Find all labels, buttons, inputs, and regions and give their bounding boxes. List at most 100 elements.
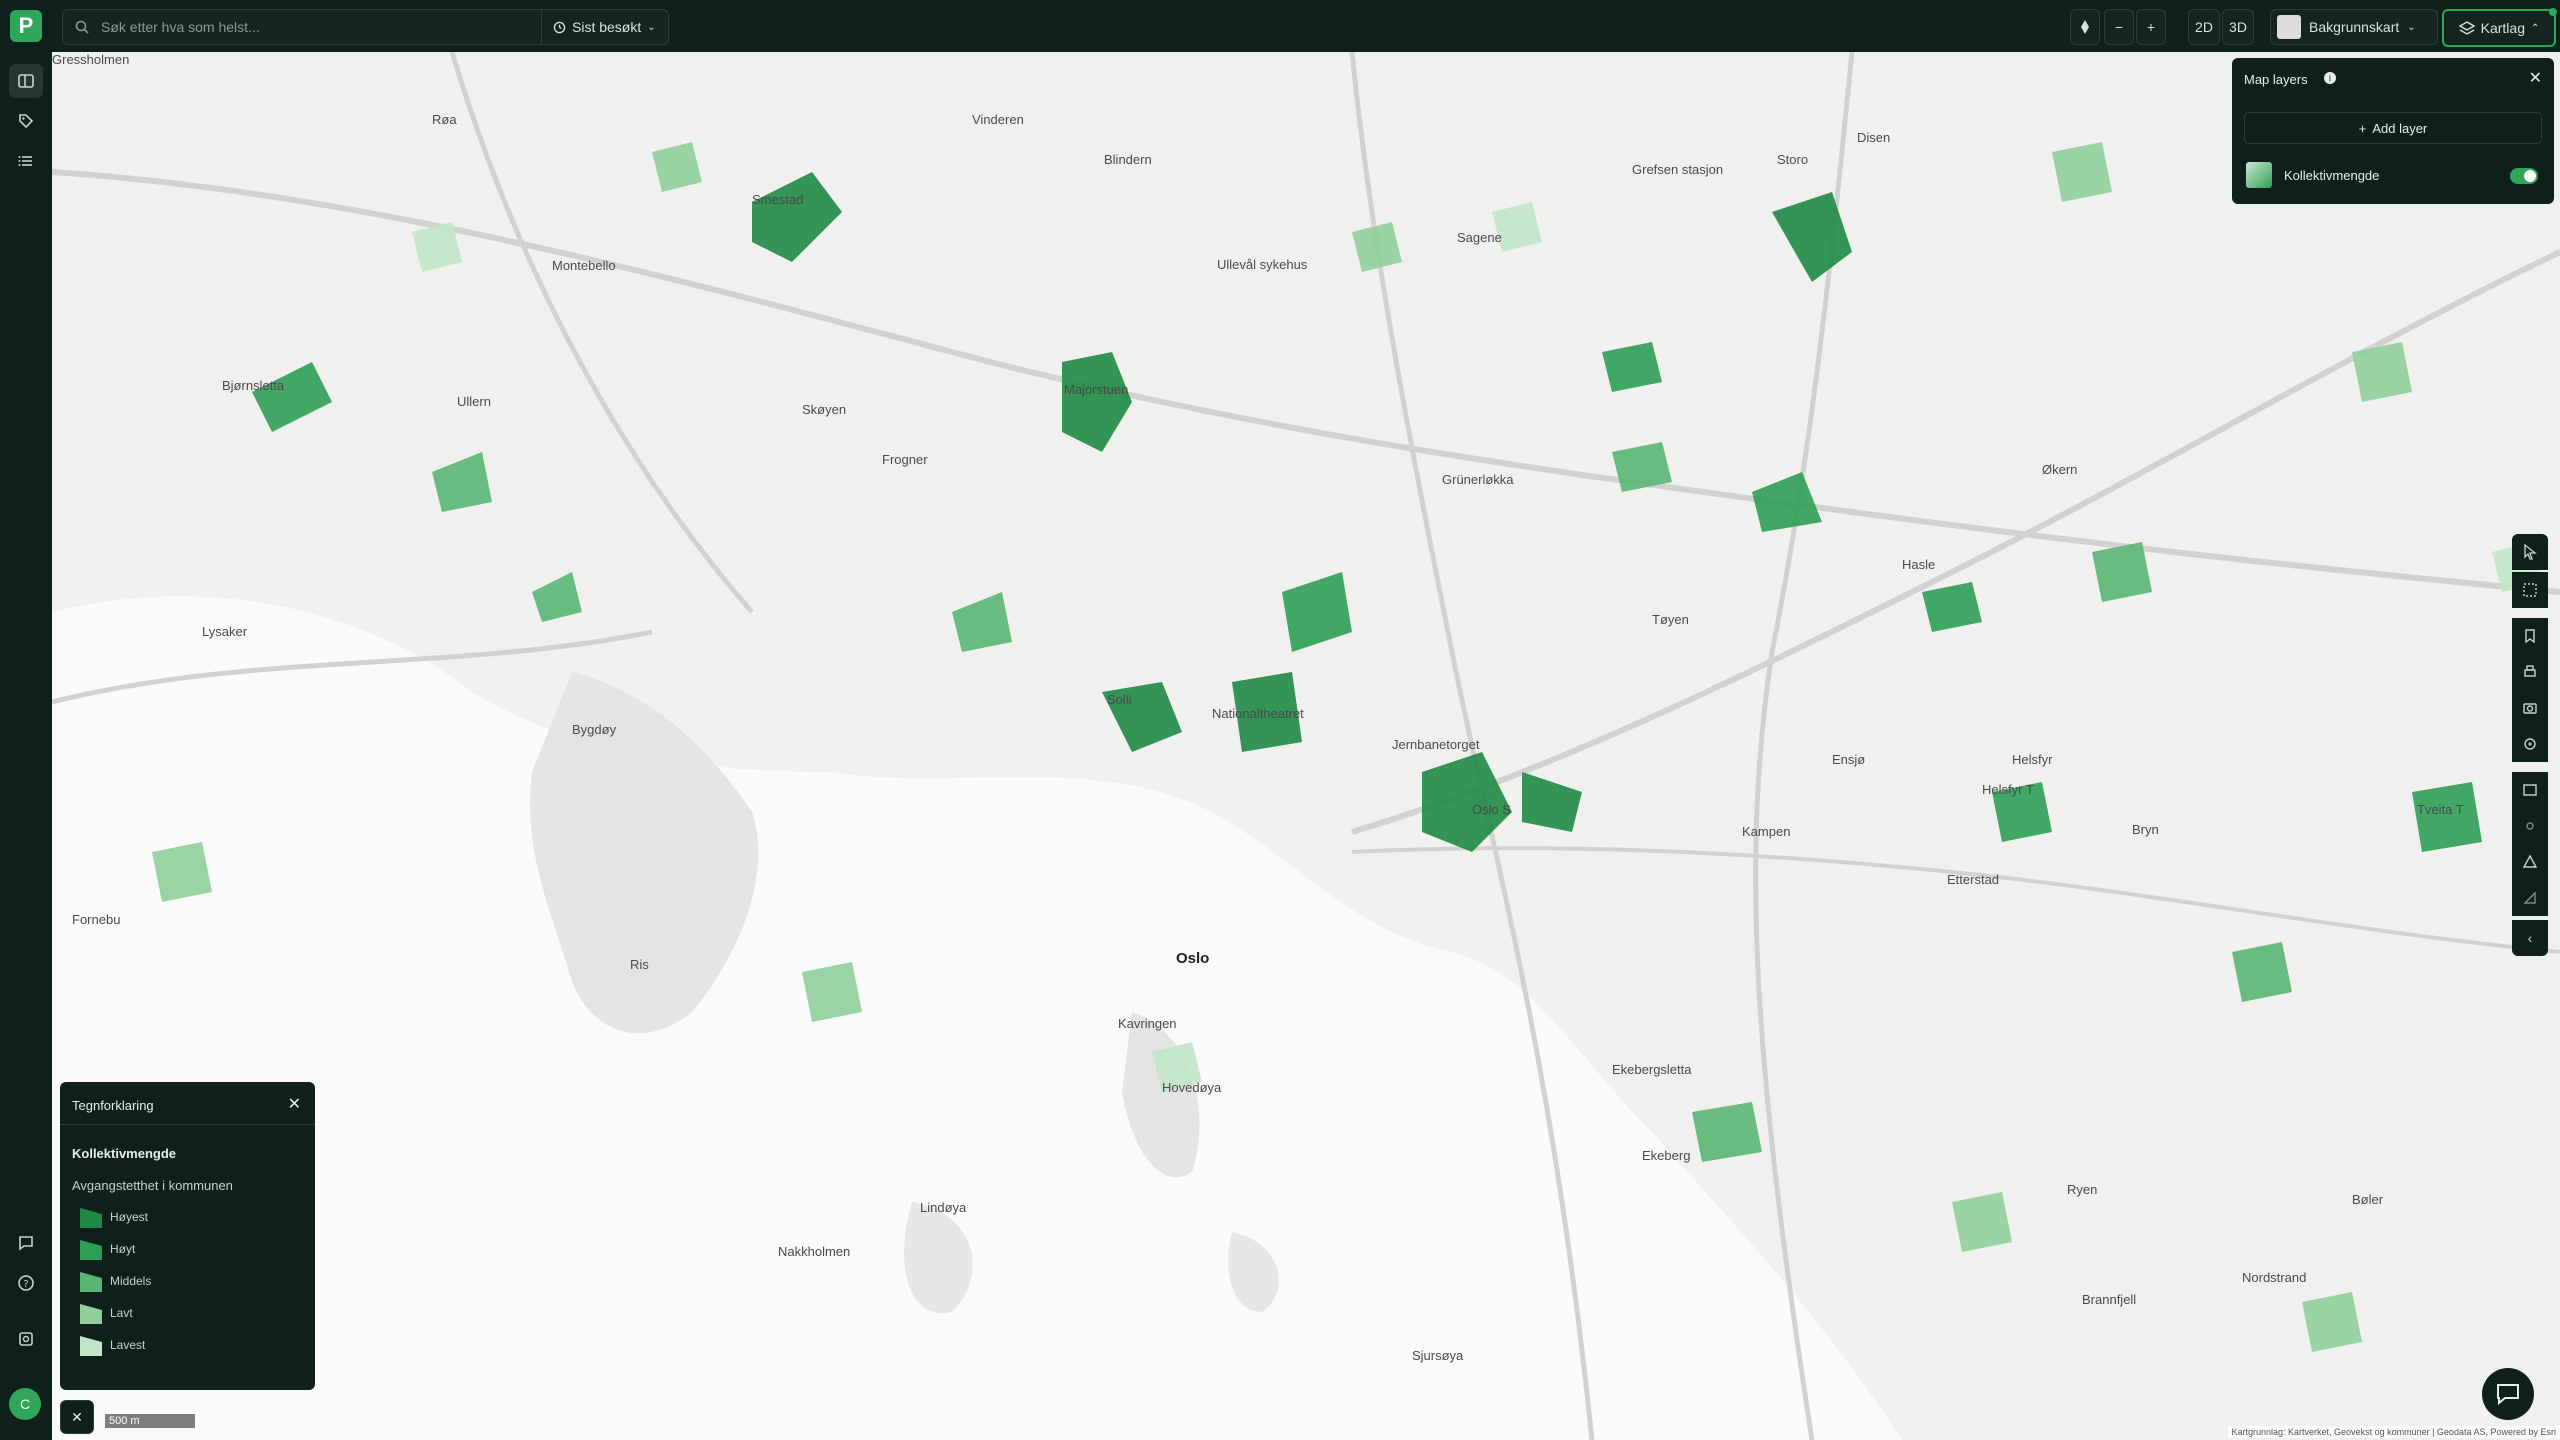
map-label: Ekebergsletta [1612, 1062, 1692, 1077]
legend-subtitle: Avgangstetthet i kommunen [72, 1178, 233, 1193]
compass-icon [2081, 20, 2089, 34]
close-tool-button[interactable]: ✕ [60, 1400, 94, 1434]
map-label: Ekeberg [1642, 1148, 1691, 1163]
map-label: Solli [1107, 692, 1132, 707]
map-label: Lindøya [920, 1200, 967, 1215]
print-icon [2524, 665, 2536, 677]
add-layer-button[interactable]: + Add layer [2244, 112, 2542, 144]
area-select-button[interactable] [2512, 572, 2548, 608]
bookmark-button[interactable] [2512, 618, 2548, 654]
search-divider [541, 10, 542, 44]
top-bar: Søk etter hva som helst... Sist besøkt ⌄… [52, 0, 2560, 52]
legend-label: Høyest [110, 1210, 149, 1224]
wedge-icon [2523, 891, 2536, 904]
basemap-dropdown[interactable]: Bakgrunnskart ⌄ [2270, 9, 2438, 45]
map-layers-panel: Map layers i ✕ + Add layer Kollektivmeng… [2232, 58, 2554, 204]
search-input[interactable]: Søk etter hva som helst... [101, 19, 260, 35]
basemap-tool-button[interactable] [2512, 772, 2548, 808]
map-label: Bjørnsletta [222, 378, 285, 393]
triangle-icon [2522, 854, 2538, 868]
recent-dropdown[interactable]: Sist besøkt ⌄ [553, 19, 656, 35]
map-label: Bøler [2352, 1192, 2384, 1207]
help-icon[interactable]: ? [9, 1266, 43, 1300]
list-icon[interactable] [9, 144, 43, 178]
map-label: Oslo S [1472, 802, 1512, 817]
legend-swatch [80, 1240, 102, 1260]
close-icon: ✕ [71, 1408, 83, 1425]
info-icon[interactable]: i [2324, 72, 2336, 84]
map-label: Helsfyr T [1982, 782, 2034, 797]
map-label: Skøyen [802, 402, 847, 417]
map-label: Storo [1777, 152, 1809, 167]
select-tool-button[interactable] [2512, 534, 2548, 570]
plus-icon: + [2358, 120, 2367, 136]
panel-title: Map layers [2244, 72, 2308, 87]
map-label: Nakkholmen [778, 1244, 851, 1259]
map-label: Brannfjell [2082, 1292, 2137, 1307]
close-icon[interactable]: ✕ [288, 1094, 301, 1114]
screenshot-button[interactable] [2512, 690, 2548, 726]
map-label: Grefsen stasjon [1632, 162, 1724, 177]
chevron-up-icon: ⌃ [2530, 22, 2540, 34]
map-label: Smestad [752, 192, 804, 207]
layer-row[interactable]: Kollektivmengde [2244, 162, 2540, 190]
map-label: Fornebu [72, 912, 121, 927]
map-label: Nationaltheatret [1212, 706, 1304, 721]
map-label: Blindern [1104, 152, 1152, 167]
search-box[interactable]: Søk etter hva som helst... Sist besøkt ⌄ [62, 9, 669, 45]
measure-button[interactable] [2512, 844, 2548, 880]
map-label: Lysaker [202, 624, 248, 639]
map-label: Bygdøy [572, 722, 617, 737]
legend-divider [60, 1124, 315, 1125]
map-label: Tøyen [1652, 612, 1689, 627]
notification-dot [2549, 8, 2557, 16]
map-label: Økern [2042, 462, 2078, 477]
legend-title: Tegnforklaring [72, 1098, 154, 1113]
legend-item: Lavt [60, 1300, 315, 1326]
settings-icon[interactable] [9, 1322, 43, 1356]
legend-item: Høyt [60, 1236, 315, 1262]
locate-button[interactable] [2512, 726, 2548, 762]
legend-swatch [80, 1272, 102, 1292]
recent-label: Sist besøkt [572, 19, 642, 35]
zoom-out-button[interactable]: − [2104, 9, 2134, 45]
print-button[interactable] [2512, 654, 2548, 690]
legend-swatch [80, 1336, 102, 1356]
map-panel-icon[interactable] [9, 64, 43, 98]
map-label: Etterstad [1947, 872, 2000, 887]
collapse-tools-button[interactable]: ‹ [2512, 920, 2548, 956]
map-label: Gressholmen [52, 52, 130, 67]
legend-label: Lavt [110, 1306, 133, 1320]
dashed-rect-icon [2523, 583, 2537, 597]
map-label: Sjursøya [1412, 1348, 1464, 1363]
close-icon[interactable]: ✕ [2529, 68, 2542, 88]
bookmark-icon [2525, 629, 2535, 644]
map-label: Disen [1857, 130, 1891, 145]
chat-icon[interactable] [9, 1226, 43, 1260]
search-icon [75, 20, 89, 34]
legend-label: Lavest [110, 1338, 146, 1352]
sun-button[interactable] [2512, 808, 2548, 844]
compass-button[interactable] [2070, 9, 2100, 45]
layer-toggle[interactable] [2510, 168, 2538, 184]
legend-label: Middels [110, 1274, 152, 1288]
map-label: Montebello [552, 258, 616, 273]
map-label: Kavringen [1118, 1016, 1177, 1031]
app-logo[interactable]: P [10, 10, 42, 42]
shadow-button[interactable] [2512, 880, 2548, 916]
left-sidebar: P ? C [0, 0, 52, 1440]
tag-icon[interactable] [9, 104, 43, 138]
map-label: Ullern [457, 394, 491, 409]
zoom-in-button[interactable]: + [2136, 9, 2166, 45]
view-2d-button[interactable]: 2D [2188, 9, 2220, 45]
chat-button[interactable] [2482, 1368, 2534, 1420]
layers-button[interactable]: Kartlag ⌃ [2442, 8, 2557, 47]
avatar[interactable]: C [9, 1388, 41, 1420]
view-3d-button[interactable]: 3D [2222, 9, 2254, 45]
map-canvas[interactable]: Smestad Majorstuen Grefsen stasjon Storo… [52, 52, 2560, 1440]
map-label: Majorstuen [1064, 382, 1129, 397]
map-attribution: Kartgrunnlag: Kartverket, Geovekst og ko… [2227, 1426, 2560, 1438]
map-label: Ensjø [1832, 752, 1866, 767]
layers-icon [2458, 21, 2475, 35]
map-label: Hovedøya [1162, 1080, 1222, 1095]
